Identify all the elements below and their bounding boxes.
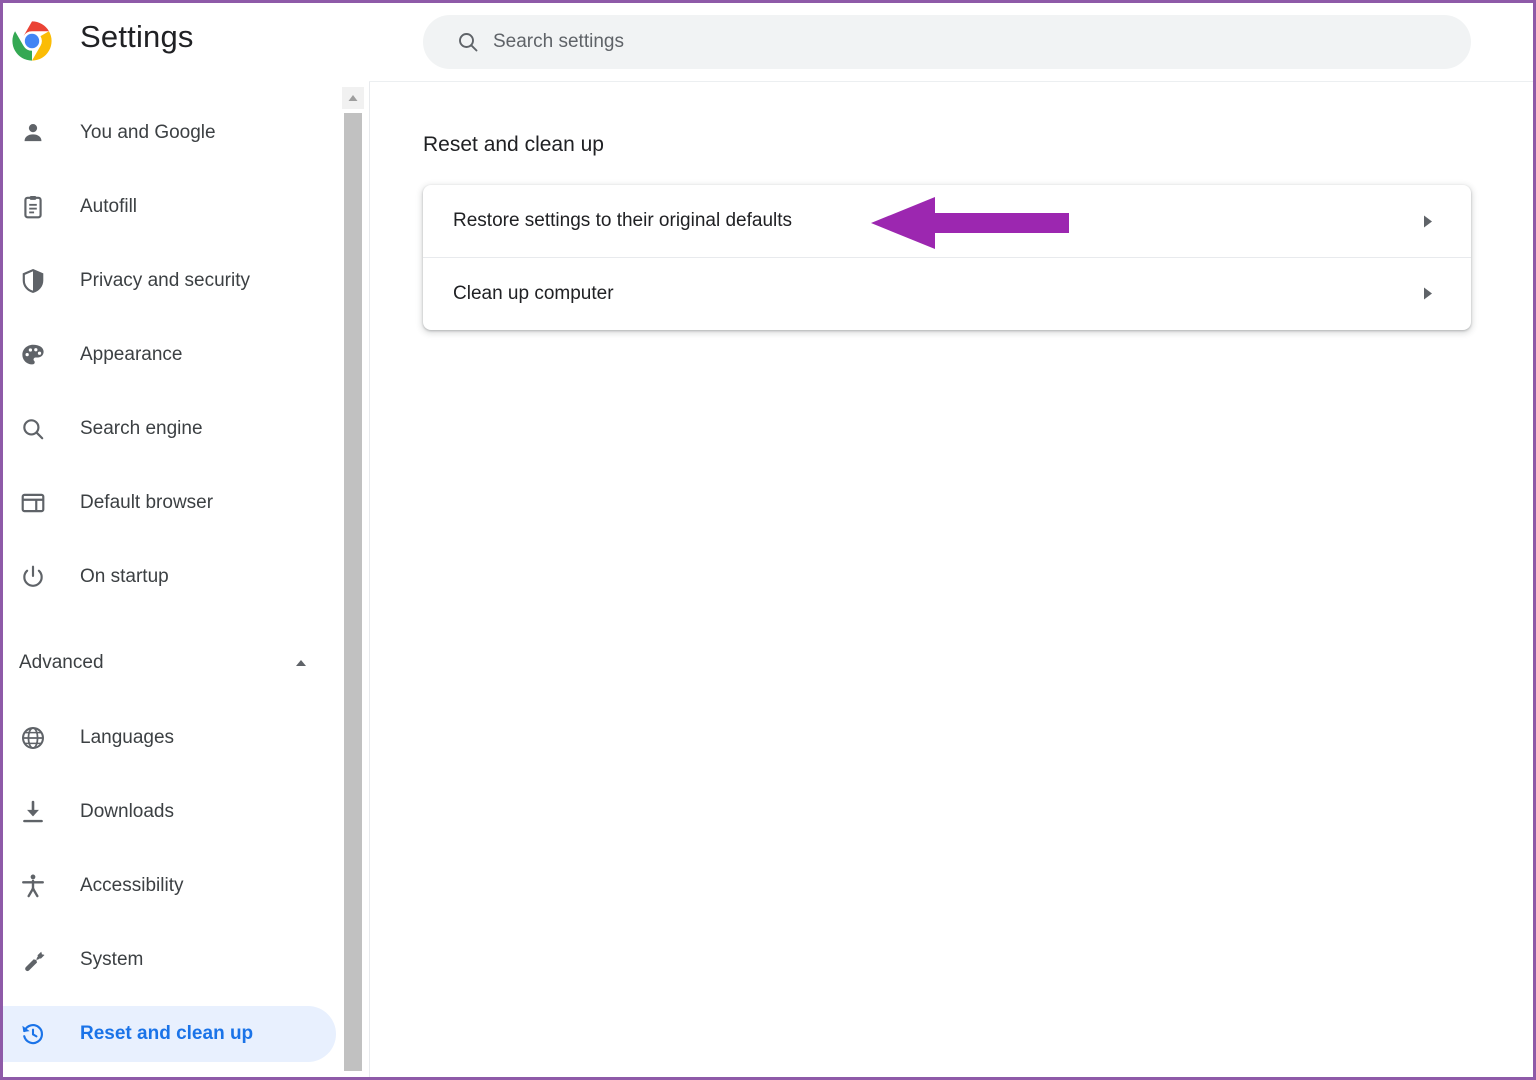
sidebar-item-label: Downloads — [80, 801, 174, 822]
chrome-logo-icon — [12, 21, 52, 61]
sidebar-item-you-and-google[interactable]: You and Google — [3, 105, 336, 161]
sidebar-item-label: Appearance — [80, 344, 183, 365]
browser-window-icon — [17, 487, 49, 519]
sidebar-item-label: Search engine — [80, 418, 203, 439]
sidebar-item-accessibility[interactable]: Accessibility — [3, 858, 336, 914]
wrench-icon — [17, 944, 49, 976]
card-row-label: Clean up computer — [453, 282, 614, 304]
palette-icon — [17, 339, 49, 371]
shield-icon — [17, 265, 49, 297]
sidebar-item-label: Reset and clean up — [80, 1023, 254, 1044]
brand-header: Settings — [3, 3, 340, 83]
globe-icon — [17, 722, 49, 754]
sidebar-item-label: Default browser — [80, 492, 214, 513]
sidebar-item-label: Autofill — [80, 196, 138, 217]
history-restore-icon — [17, 1018, 49, 1050]
settings-window: Settings You and Google Autofill Privacy a… — [0, 0, 1536, 1080]
sidebar-item-languages[interactable]: Languages — [3, 710, 336, 766]
sidebar-item-autofill[interactable]: Autofill — [3, 179, 336, 235]
sidebar-item-label: System — [80, 949, 144, 970]
reset-and-cleanup-card: Restore settings to their original defau… — [423, 185, 1471, 330]
clipboard-icon — [17, 191, 49, 223]
sidebar: Settings You and Google Autofill Privacy a… — [3, 3, 340, 1077]
chevron-up-icon[interactable] — [291, 653, 311, 673]
sidebar-divider — [369, 81, 370, 1077]
power-icon — [17, 561, 49, 593]
sidebar-item-system[interactable]: System — [3, 932, 336, 988]
accessibility-icon — [17, 870, 49, 902]
card-row[interactable]: Clean up computer — [423, 257, 1471, 329]
scroll-up-arrow-icon[interactable] — [342, 87, 364, 109]
card-row[interactable]: Restore settings to their original defau… — [423, 185, 1471, 257]
chevron-right-icon[interactable] — [1419, 213, 1435, 229]
download-icon — [17, 796, 49, 828]
sidebar-item-default-browser[interactable]: Default browser — [3, 475, 336, 531]
sidebar-item-downloads[interactable]: Downloads — [3, 784, 336, 840]
card-row-label: Restore settings to their original defau… — [453, 210, 793, 231]
advanced-section-label: Advanced — [19, 652, 104, 673]
page-title: Settings — [80, 19, 194, 54]
sidebar-section-advanced[interactable]: Advanced — [3, 635, 336, 691]
scrollbar-thumb[interactable] — [344, 113, 362, 1071]
sidebar-item-on-startup[interactable]: On startup — [3, 549, 336, 605]
section-title: Reset and clean up — [423, 133, 604, 156]
sidebar-item-label: Privacy and security — [80, 270, 251, 291]
chevron-right-icon[interactable] — [1419, 286, 1435, 302]
sidebar-item-label: You and Google — [80, 122, 216, 143]
sidebar-item-privacy-and-security[interactable]: Privacy and security — [3, 253, 336, 309]
sidebar-item-search-engine[interactable]: Search engine — [3, 401, 336, 457]
sidebar-item-reset-and-clean-up[interactable]: Reset and clean up — [3, 1006, 336, 1062]
sidebar-item-label: Accessibility — [80, 875, 184, 896]
sidebar-item-appearance[interactable]: Appearance — [3, 327, 336, 383]
search-input[interactable] — [493, 31, 1393, 53]
search-icon — [459, 33, 478, 52]
search-icon — [17, 413, 49, 445]
sidebar-item-label: On startup — [80, 566, 169, 587]
sidebar-scrollbar[interactable] — [342, 87, 364, 1077]
search-settings-bar[interactable] — [423, 15, 1471, 69]
person-icon — [17, 117, 49, 149]
sidebar-item-label: Languages — [80, 727, 175, 748]
header-divider — [369, 81, 1533, 82]
